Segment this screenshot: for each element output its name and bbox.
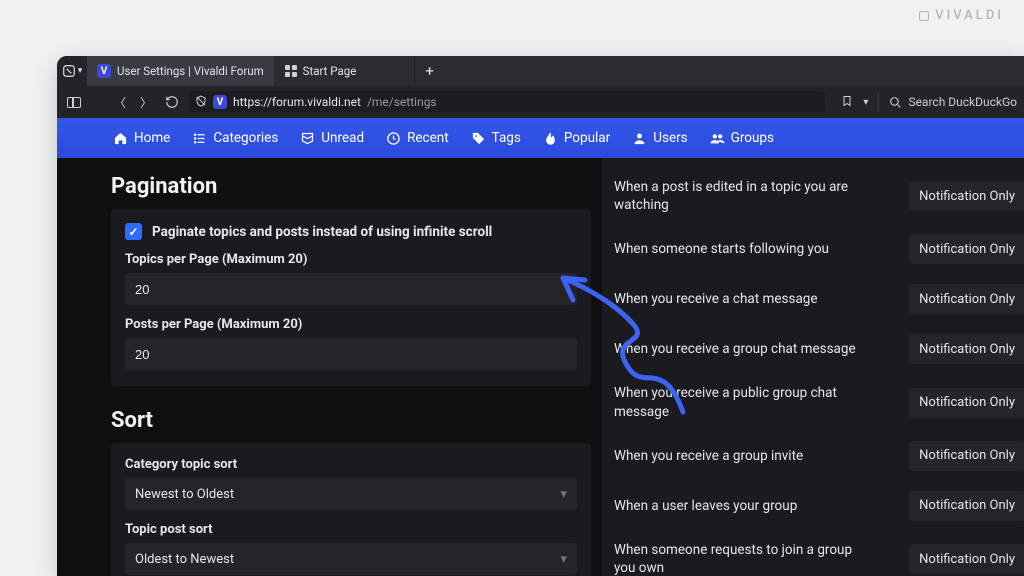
pagination-panel: ✓ Paginate topics and posts instead of u…	[111, 209, 591, 386]
nav-tags[interactable]: Tags	[471, 130, 521, 146]
sort-heading: Sort	[111, 408, 602, 433]
url-field[interactable]: V https://forum.vivaldi.net/me/settings	[189, 91, 825, 113]
sort-panel: Category topic sort Newest to Oldest ▾ T…	[111, 443, 591, 576]
topic-sort-select[interactable]: Oldest to Newest ▾	[125, 543, 577, 575]
notif-row: When someone starts following you Notifi…	[614, 224, 1024, 274]
nav-categories[interactable]: Categories	[192, 130, 278, 146]
fire-icon	[543, 131, 558, 146]
posts-per-page-input[interactable]	[125, 338, 577, 370]
back-button[interactable]: 〈	[111, 94, 129, 111]
list-icon	[192, 131, 207, 146]
settings-left: Pagination ✓ Paginate topics and posts i…	[57, 158, 602, 576]
search-placeholder: Search DuckDuckGo	[908, 95, 1017, 109]
bookmark-button[interactable]	[841, 94, 853, 111]
forum-navbar: Home Categories Unread Recent Tags Popul…	[57, 118, 1024, 158]
tag-icon	[471, 131, 486, 146]
shield-icon	[195, 95, 207, 110]
chevron-down-icon: ▾	[78, 66, 83, 76]
category-sort-select[interactable]: Newest to Oldest ▾	[125, 478, 577, 510]
paginate-checkbox-label: Paginate topics and posts instead of usi…	[152, 224, 492, 240]
clock-icon	[386, 131, 401, 146]
notification-type-select[interactable]: Notification Only	[909, 234, 1024, 264]
vivaldi-favicon-icon: V	[97, 64, 111, 78]
tab-strip: ▾ V User Settings | Vivaldi Forum Start …	[57, 56, 1024, 86]
browser-window: ▾ V User Settings | Vivaldi Forum Start …	[57, 56, 1024, 576]
category-sort-label: Category topic sort	[125, 457, 577, 472]
panel-icon	[67, 97, 81, 108]
new-tab-button[interactable]: +	[415, 56, 445, 86]
chevron-down-icon: ▾	[560, 552, 567, 567]
notif-row: When you receive a group invite Notifica…	[614, 431, 1024, 481]
browser-search-input[interactable]: Search DuckDuckGo	[889, 95, 1017, 109]
chevron-down-icon[interactable]: ▾	[863, 97, 868, 108]
notification-type-select[interactable]: Notification Only	[909, 181, 1024, 211]
vivaldi-menu-button[interactable]: ▾	[57, 56, 87, 86]
notif-row: When you receive a group chat message No…	[614, 324, 1024, 374]
address-bar: 〈 〉 V https://forum.vivaldi.net/me/setti…	[57, 86, 1024, 118]
nav-groups[interactable]: Groups	[710, 130, 774, 146]
nav-unread[interactable]: Unread	[300, 130, 364, 146]
topic-sort-label: Topic post sort	[125, 522, 577, 537]
notif-row: When you receive a chat message Notifica…	[614, 274, 1024, 324]
users-icon	[710, 131, 725, 146]
notif-row: When you receive a public group chat mes…	[614, 374, 1024, 430]
site-favicon-icon: V	[213, 95, 227, 109]
notification-type-select[interactable]: Notification Only	[909, 334, 1024, 364]
home-icon	[113, 131, 128, 146]
url-host: https://forum.vivaldi.net	[233, 95, 361, 109]
topics-per-page-input[interactable]	[125, 273, 577, 305]
search-icon	[889, 96, 902, 109]
tab-label: User Settings | Vivaldi Forum	[117, 64, 264, 78]
nav-recent[interactable]: Recent	[386, 130, 449, 146]
settings-content: Pagination ✓ Paginate topics and posts i…	[57, 158, 1024, 576]
paginate-checkbox[interactable]: ✓	[125, 223, 142, 240]
notification-type-select[interactable]: Notification Only	[909, 544, 1024, 574]
notification-settings: When a post is edited in a topic you are…	[602, 158, 1024, 576]
notification-type-select[interactable]: Notification Only	[909, 284, 1024, 314]
url-path: /me/settings	[367, 95, 437, 109]
reload-button[interactable]	[163, 95, 181, 109]
notif-row: When a post is edited in a topic you are…	[614, 168, 1024, 224]
chevron-down-icon: ▾	[560, 487, 567, 502]
notification-type-select[interactable]: Notification Only	[909, 441, 1024, 471]
tab-user-settings[interactable]: V User Settings | Vivaldi Forum	[87, 56, 275, 86]
notif-row: When a user leaves your group Notificati…	[614, 481, 1024, 531]
paginate-checkbox-row[interactable]: ✓ Paginate topics and posts instead of u…	[125, 223, 577, 240]
tab-label: Start Page	[303, 64, 357, 78]
vivaldi-watermark: VIVALDI	[919, 8, 1004, 23]
forward-button[interactable]: 〉	[137, 94, 155, 111]
nav-users[interactable]: Users	[632, 130, 687, 146]
notification-type-select[interactable]: Notification Only	[909, 388, 1024, 418]
start-page-icon	[285, 65, 297, 77]
notification-type-select[interactable]: Notification Only	[909, 491, 1024, 521]
inbox-icon	[300, 131, 315, 146]
topics-per-page-label: Topics per Page (Maximum 20)	[125, 252, 577, 267]
nav-popular[interactable]: Popular	[543, 130, 610, 146]
panel-toggle-button[interactable]	[65, 97, 83, 108]
divider	[878, 92, 879, 112]
notif-row: When someone requests to join a group yo…	[614, 531, 1024, 576]
posts-per-page-label: Posts per Page (Maximum 20)	[125, 317, 577, 332]
tab-start-page[interactable]: Start Page	[275, 56, 415, 86]
pagination-heading: Pagination	[111, 174, 602, 199]
user-icon	[632, 131, 647, 146]
nav-home[interactable]: Home	[113, 130, 170, 146]
